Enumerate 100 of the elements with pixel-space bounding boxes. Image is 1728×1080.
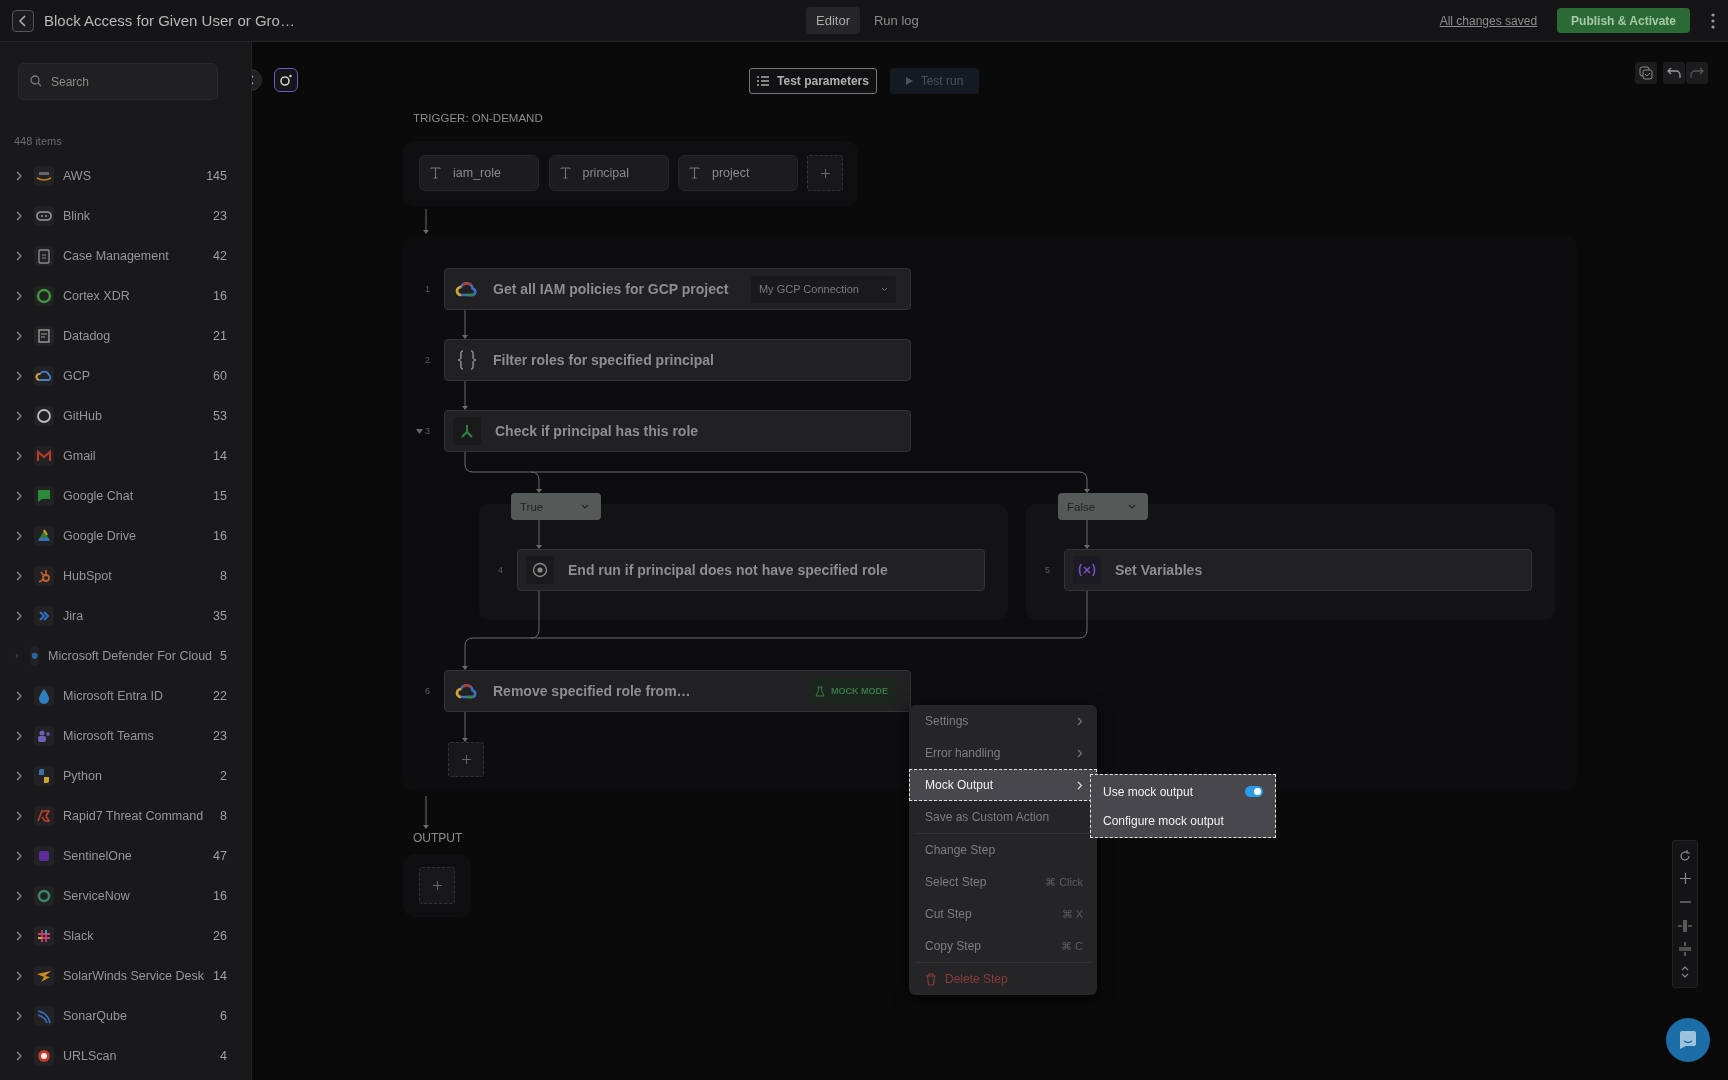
chevron-icon[interactable] xyxy=(15,571,23,581)
badge-icon xyxy=(34,326,54,346)
chevron-icon[interactable] xyxy=(15,531,23,541)
chevron-icon xyxy=(1077,780,1083,790)
step-number: 4 xyxy=(498,565,503,575)
integration-name[interactable]: Google Drive xyxy=(63,529,206,543)
chevron-icon[interactable] xyxy=(15,291,23,301)
chevron-icon[interactable] xyxy=(15,171,23,181)
target-icon xyxy=(34,1046,54,1066)
integration-name[interactable]: SonarQube xyxy=(63,1009,213,1023)
integration-name[interactable]: Slack xyxy=(63,929,206,943)
chevron-icon[interactable] xyxy=(15,891,23,901)
action-count: 2 xyxy=(220,769,227,783)
logo-icon xyxy=(34,806,54,826)
publish-button[interactable]: Publish & Activate xyxy=(1557,8,1690,33)
text-type-icon xyxy=(689,167,700,179)
chat-button[interactable] xyxy=(1666,1018,1710,1062)
step-card[interactable]: End run if principal does not have specified role xyxy=(517,549,985,591)
trash-icon xyxy=(925,972,937,986)
parameter-chip[interactable]: principal xyxy=(548,155,669,191)
step-card[interactable]: Filter roles for specified principal xyxy=(444,339,911,381)
integration-name[interactable]: ServiceNow xyxy=(63,889,206,903)
step-card[interactable]: Remove specified role from… MOCK MODE xyxy=(444,670,911,712)
integration-name[interactable]: Jira xyxy=(63,609,206,623)
step-card[interactable]: Check if principal has this role xyxy=(444,410,911,452)
more-icon[interactable] xyxy=(1710,12,1716,29)
chevron-stack-icon xyxy=(34,606,54,626)
integration-name[interactable]: SentinelOne xyxy=(63,849,206,863)
chevron-icon[interactable] xyxy=(15,1011,23,1021)
toggle-switch[interactable] xyxy=(1245,786,1263,797)
chevron-icon[interactable] xyxy=(15,1051,23,1061)
curve-icon xyxy=(34,166,54,186)
parameter-chip[interactable]: project xyxy=(678,155,798,191)
integration-name[interactable]: Microsoft Defender For Cloud xyxy=(48,649,213,663)
chevron-icon[interactable] xyxy=(15,611,23,621)
step-card[interactable]: Set Variables xyxy=(1064,549,1532,591)
assistant-button[interactable] xyxy=(274,68,298,92)
chevron-icon[interactable] xyxy=(15,491,23,501)
chevron-icon[interactable] xyxy=(15,451,23,461)
connection-dropdown[interactable]: My GCP Connection xyxy=(750,275,896,303)
integration-name[interactable]: Blink xyxy=(63,209,206,223)
integration-name[interactable]: Microsoft Teams xyxy=(63,729,206,743)
action-count: 42 xyxy=(213,249,227,263)
trigger-label: TRIGGER: ON-DEMAND xyxy=(413,112,543,124)
chevron-icon[interactable] xyxy=(15,811,23,821)
step-card[interactable]: Get all IAM policies for GCP project My GCP Connection xyxy=(444,268,911,310)
chevron-icon[interactable] xyxy=(15,851,23,861)
action-count: 23 xyxy=(213,729,227,743)
integration-name[interactable]: Gmail xyxy=(63,449,206,463)
step-number: 2 xyxy=(425,355,430,365)
chevron-icon[interactable] xyxy=(15,371,23,381)
tab[interactable]: Editor xyxy=(806,7,860,34)
menu-item[interactable]: Error handling xyxy=(909,737,1097,769)
integration-name[interactable]: Datadog xyxy=(63,329,206,343)
integration-name[interactable]: Cortex XDR xyxy=(63,289,206,303)
action-count: 21 xyxy=(213,329,227,343)
chevron-icon[interactable] xyxy=(15,931,23,941)
caret-icon[interactable] xyxy=(416,429,423,434)
integration-name[interactable]: Python xyxy=(63,769,213,783)
integration-name[interactable]: GitHub xyxy=(63,409,206,423)
copy-check-button[interactable] xyxy=(1635,62,1657,84)
chevron-icon[interactable] xyxy=(15,251,23,261)
integration-name[interactable]: Microsoft Entra ID xyxy=(63,689,206,703)
back-button[interactable] xyxy=(12,9,34,32)
integration-name[interactable]: URLScan xyxy=(63,1049,213,1063)
logo-icon xyxy=(34,966,54,986)
chevron-icon[interactable] xyxy=(15,211,23,221)
menu-item[interactable]: Change Step xyxy=(909,834,1097,866)
step-number: 3 xyxy=(425,426,430,436)
action-count: 14 xyxy=(213,449,227,463)
test-parameters-button[interactable]: Test parameters xyxy=(749,68,877,94)
integration-name[interactable]: AWS xyxy=(63,169,199,183)
collapse-icon xyxy=(1680,966,1690,979)
chevron-icon xyxy=(1077,716,1083,726)
cloud-icon xyxy=(34,366,54,386)
menu-item[interactable]: Settings xyxy=(909,705,1097,737)
tab[interactable]: Run log xyxy=(863,7,929,34)
chevron-icon[interactable] xyxy=(15,971,23,981)
redo-icon xyxy=(1690,67,1704,79)
integration-name[interactable]: Case Management xyxy=(63,249,206,263)
integration-name[interactable]: SolarWinds Service Desk xyxy=(63,969,206,983)
action-count: 16 xyxy=(213,289,227,303)
chevron-icon[interactable] xyxy=(15,411,23,421)
reset-icon xyxy=(1679,849,1691,862)
search-field[interactable]: Search xyxy=(18,63,218,100)
save-status-link[interactable]: All changes saved xyxy=(1439,13,1538,28)
integration-name[interactable]: Google Chat xyxy=(63,489,206,503)
parameter-chip[interactable]: iam_role xyxy=(419,155,539,191)
chevron-icon[interactable] xyxy=(15,331,23,341)
integration-name[interactable]: GCP xyxy=(63,369,206,383)
menu-item[interactable]: Mock Output xyxy=(909,769,1097,801)
branch-icon xyxy=(453,417,481,445)
chevron-icon[interactable] xyxy=(15,771,23,781)
chevron-icon[interactable] xyxy=(15,731,23,741)
undo-button[interactable] xyxy=(1663,62,1685,84)
integration-name[interactable]: Rapid7 Threat Command xyxy=(63,809,213,823)
integration-name[interactable]: HubSpot xyxy=(63,569,213,583)
caret-icon xyxy=(1128,504,1136,509)
action-count: 4 xyxy=(220,1049,227,1063)
chevron-icon[interactable] xyxy=(15,691,23,701)
